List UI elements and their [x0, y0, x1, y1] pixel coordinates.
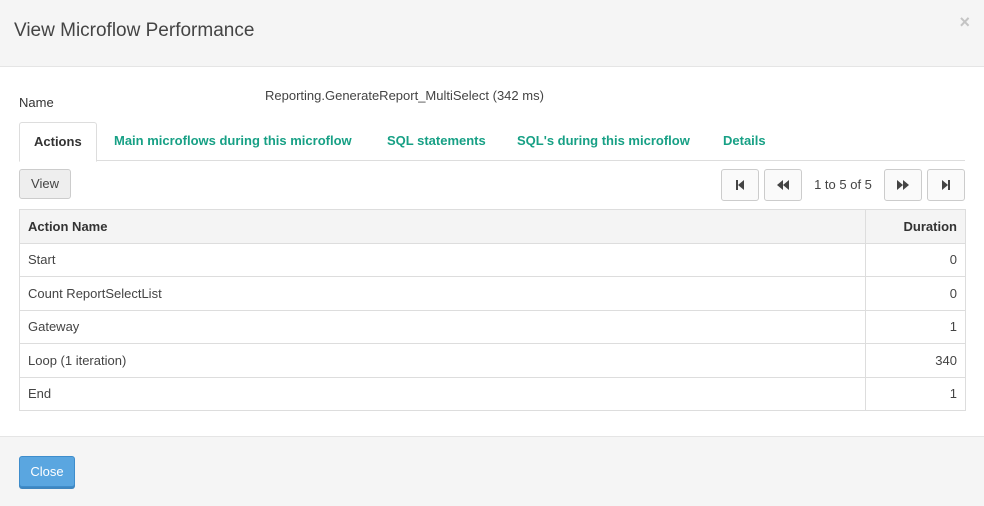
duration-cell: 1	[865, 309, 966, 344]
duration-cell: 0	[865, 242, 966, 277]
previous-page-icon	[777, 180, 789, 190]
duration-cell: 340	[865, 343, 966, 378]
action-name-cell: End	[19, 376, 866, 411]
first-page-icon	[736, 180, 744, 190]
actions-table: Action Name Duration Start 0 Count Repor…	[19, 209, 966, 411]
tab-main-microflows[interactable]: Main microflows during this microflow	[114, 122, 352, 161]
table-row[interactable]: End 1	[19, 376, 966, 411]
first-page-button[interactable]	[721, 169, 759, 201]
action-name-cell: Start	[19, 242, 866, 277]
table-header-row: Action Name Duration	[19, 209, 966, 244]
tab-sql-statements[interactable]: SQL statements	[387, 122, 486, 161]
name-label: Name	[19, 95, 54, 110]
close-icon[interactable]: ×	[959, 12, 970, 32]
tab-bar: Actions Main microflows during this micr…	[19, 122, 965, 162]
action-name-cell: Loop (1 iteration)	[19, 343, 866, 378]
column-header-duration[interactable]: Duration	[865, 209, 966, 244]
next-page-icon	[897, 180, 909, 190]
dialog-title: View Microflow Performance	[14, 20, 255, 41]
previous-page-button[interactable]	[764, 169, 802, 201]
last-page-button[interactable]	[927, 169, 965, 201]
tab-details[interactable]: Details	[723, 122, 766, 161]
action-name-cell: Count ReportSelectList	[19, 276, 866, 311]
duration-cell: 1	[865, 376, 966, 411]
dialog-footer	[0, 436, 984, 506]
table-row[interactable]: Count ReportSelectList 0	[19, 276, 966, 311]
tab-actions[interactable]: Actions	[19, 122, 97, 162]
close-button[interactable]: Close	[19, 456, 75, 487]
action-name-cell: Gateway	[19, 309, 866, 344]
column-header-action-name[interactable]: Action Name	[19, 209, 866, 244]
paging-info: 1 to 5 of 5	[814, 177, 872, 192]
next-page-button[interactable]	[884, 169, 922, 201]
dialog-header: View Microflow Performance ×	[0, 0, 984, 67]
microflow-performance-dialog: View Microflow Performance × Name Report…	[0, 0, 984, 506]
view-button[interactable]: View	[19, 169, 71, 199]
last-page-icon	[942, 180, 950, 190]
table-row[interactable]: Loop (1 iteration) 340	[19, 343, 966, 378]
table-row[interactable]: Gateway 1	[19, 309, 966, 344]
duration-cell: 0	[865, 276, 966, 311]
tab-sqls-during-microflow[interactable]: SQL's during this microflow	[517, 122, 690, 161]
table-row[interactable]: Start 0	[19, 242, 966, 277]
name-value: Reporting.GenerateReport_MultiSelect (34…	[265, 88, 544, 103]
